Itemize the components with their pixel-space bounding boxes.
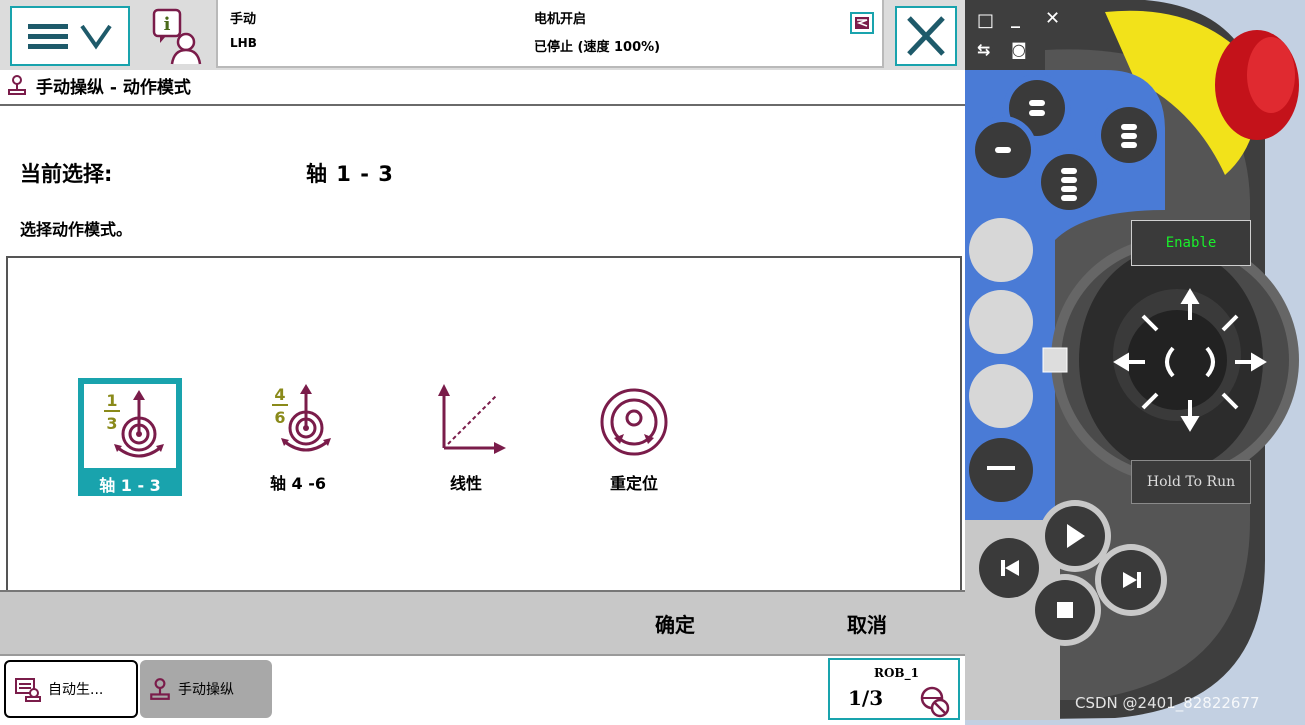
reorient-icon [594, 380, 674, 460]
jogging-icon [8, 75, 26, 95]
page-title: 手动操纵 - 动作模式 [36, 77, 191, 98]
camera-icon[interactable]: ◙ [1011, 40, 1027, 59]
task-label: 手动操纵 [178, 682, 234, 698]
close-window-icon[interactable]: ✕ [1045, 8, 1060, 29]
motor-state: 电机开启 [534, 12, 587, 27]
mode-label: 轴 4 -6 [269, 474, 327, 493]
svg-text:4: 4 [274, 385, 285, 404]
mode-label: 轴 1 - 3 [99, 476, 161, 495]
svg-text:i: i [164, 14, 171, 35]
mode-axis-4-6[interactable]: 4 6 轴 4 -6 [246, 378, 350, 496]
usb-port-icon [1042, 347, 1068, 373]
jogging-icon [150, 678, 170, 700]
restore-window-icon[interactable]: □ [977, 10, 994, 31]
svg-text:6: 6 [274, 408, 285, 427]
main-menu-button[interactable] [10, 6, 130, 66]
swap-icon[interactable]: ⇆ [977, 40, 990, 59]
close-icon [907, 16, 945, 56]
breadcrumb: 手动操纵 - 动作模式 [6, 72, 191, 98]
status-flag-icon [850, 12, 874, 34]
current-selection-label: 当前选择: [20, 162, 113, 186]
program-state: 已停止 (速度 100%) [534, 40, 661, 55]
status-bar: 手动 LHB 电机开启 已停止 (速度 100%) [216, 0, 884, 68]
quickset-button[interactable]: ROB_1 1/3 [828, 658, 960, 720]
enable-button[interactable]: Enable [1131, 220, 1251, 266]
operating-mode: 手动 [230, 12, 257, 27]
event-log-icon[interactable]: i [148, 6, 208, 66]
close-button[interactable] [895, 6, 957, 66]
mode-label: 线性 [449, 474, 482, 493]
task-auto-production[interactable]: 自动生... [4, 660, 138, 718]
ok-button[interactable]: 确定 [600, 592, 750, 654]
top-bar: i 手动 LHB 电机开启 已停止 (速度 100%) [0, 0, 965, 70]
increment-off-icon [920, 686, 950, 718]
pendant-body [965, 0, 1299, 720]
taskbar: 自动生... 手动操纵 ROB_1 1/3 [0, 656, 965, 725]
action-bar: 确定 取消 [0, 590, 965, 656]
axis-group-indicator: 1/3 [848, 686, 884, 710]
watermark: CSDN @2401_82822677 [1075, 694, 1260, 712]
joystick[interactable] [1051, 236, 1299, 484]
mode-linear[interactable]: 线性 [414, 378, 518, 496]
menu-icon [28, 24, 112, 50]
mode-label: 重定位 [609, 474, 658, 493]
robot-name: ROB_1 [874, 666, 919, 680]
mode-reorient[interactable]: 重定位 [582, 378, 686, 496]
mode-axis-1-3[interactable]: 1 3 轴 1 - 3 [78, 378, 182, 496]
auto-production-icon [15, 678, 41, 702]
cancel-button[interactable]: 取消 [792, 592, 942, 654]
motion-mode-panel: 1 3 轴 1 - 3 4 6 轴 4 -6 线性 重定位 [6, 256, 962, 592]
svg-text:3: 3 [106, 414, 117, 433]
title-divider [0, 104, 965, 106]
instruction-text: 选择动作模式。 [20, 220, 133, 239]
flexpendant-screen: i 手动 LHB 电机开启 已停止 (速度 100%) 手动操纵 - 动作模式 … [0, 0, 965, 725]
axis-1-3-icon: 1 3 [84, 384, 176, 468]
task-label: 自动生... [48, 682, 104, 698]
virtual-pendant-panel: □ _ ✕ ⇆ ◙ Enable Hold To Run CSDN @2401_… [965, 0, 1305, 725]
system-name: LHB [230, 36, 257, 50]
current-selection-value: 轴 1 - 3 [306, 162, 394, 186]
task-jogging[interactable]: 手动操纵 [140, 660, 272, 718]
axis-4-6-icon: 4 6 [258, 380, 338, 460]
linear-icon [426, 380, 506, 460]
svg-text:1: 1 [106, 391, 117, 410]
hold-to-run-button[interactable]: Hold To Run [1131, 460, 1251, 504]
minimize-window-icon[interactable]: _ [1011, 8, 1020, 29]
